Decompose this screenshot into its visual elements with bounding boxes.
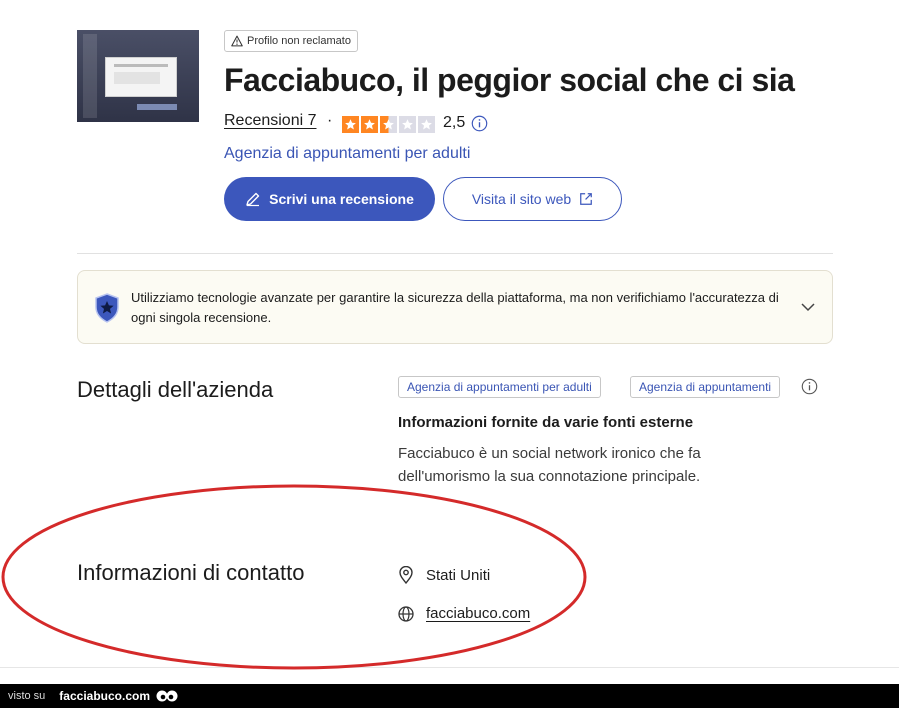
categories-info-icon[interactable] <box>801 378 818 400</box>
unclaimed-badge-label: Profilo non reclamato <box>247 35 351 47</box>
warning-icon <box>231 35 243 47</box>
visit-website-label: Visita il sito web <box>471 191 572 207</box>
external-link-icon <box>580 193 593 205</box>
rating-star <box>342 116 359 133</box>
source-info-title: Informazioni fornite da varie fonti este… <box>398 414 694 431</box>
reviews-count-link[interactable]: Recensioni 7 <box>224 112 317 130</box>
page-title: Facciabuco, il peggior social che ci sia <box>224 62 795 98</box>
divider <box>77 253 833 254</box>
company-thumbnail <box>77 30 199 122</box>
category-tag-adult-dating[interactable]: Agenzia di appuntamenti per adulti <box>398 376 601 398</box>
eyes-logo-icon <box>156 689 178 703</box>
verification-notice[interactable]: Utilizziamo tecnologie avanzate per gara… <box>77 270 833 344</box>
star-rating <box>342 116 435 133</box>
rating-star <box>399 116 416 133</box>
category-link[interactable]: Agenzia di appuntamenti per adulti <box>224 145 470 163</box>
chevron-down-icon[interactable] <box>800 299 816 315</box>
annotation-ellipse <box>1 484 587 670</box>
watermark-brand: facciabuco.com <box>59 689 150 703</box>
watermark-bar: visto su facciabuco.com <box>0 684 899 708</box>
rating-star <box>380 116 397 133</box>
unclaimed-profile-badge[interactable]: Profilo non reclamato <box>224 30 358 52</box>
separator-dot: · <box>327 112 333 129</box>
notice-text: Utilizziamo tecnologie avanzate per gara… <box>131 290 779 325</box>
category-tag-dating[interactable]: Agenzia di appuntamenti <box>630 376 781 398</box>
write-review-label: Scrivi una recensione <box>269 191 414 207</box>
visto-su-text: visto su <box>8 690 46 702</box>
company-details-heading: Dettagli dell'azienda <box>77 377 274 402</box>
shield-star-icon <box>95 293 119 323</box>
rating-info-icon[interactable] <box>471 115 488 137</box>
rating-star <box>361 116 378 133</box>
visit-website-button[interactable]: Visita il sito web <box>443 177 622 221</box>
write-review-button[interactable]: Scrivi una recensione <box>224 177 435 221</box>
pencil-icon <box>246 192 260 207</box>
rating-value: 2,5 <box>443 114 466 131</box>
rating-star <box>418 116 435 133</box>
